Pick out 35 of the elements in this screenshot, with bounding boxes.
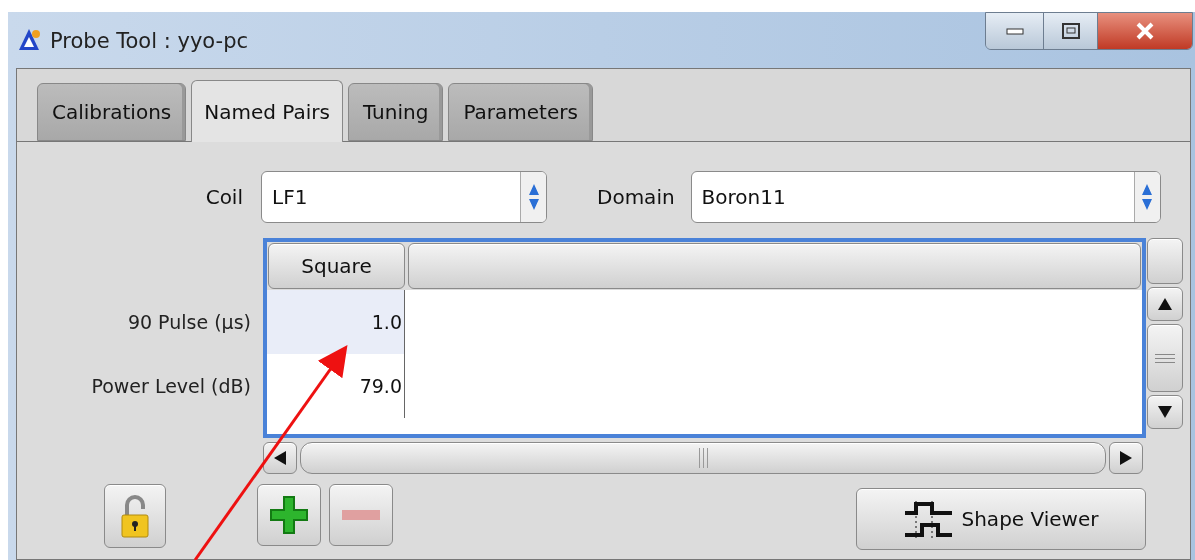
tab[interactable]: Parameters	[448, 83, 593, 141]
domain-select[interactable]: Boron11	[690, 171, 1161, 223]
horizontal-scroll-thumb[interactable]	[300, 442, 1106, 474]
tab[interactable]: Tuning	[347, 83, 444, 141]
coil-label: Coil	[204, 184, 243, 211]
app-logo-icon	[18, 28, 40, 52]
add-button[interactable]	[257, 484, 321, 546]
domain-label: Domain	[597, 184, 675, 211]
minimize-icon	[1005, 27, 1024, 35]
left-triangle-icon	[273, 450, 287, 466]
scroll-down-button[interactable]	[1147, 395, 1183, 429]
maximize-icon	[1061, 23, 1080, 39]
scroll-up-button[interactable]	[1147, 287, 1183, 321]
shape-viewer-button[interactable]: Shape Viewer	[856, 488, 1146, 550]
scroll-left-button[interactable]	[263, 442, 297, 474]
table-cell[interactable]: 1.0	[267, 290, 405, 354]
close-icon	[1135, 22, 1155, 40]
up-down-arrows-icon	[527, 182, 540, 212]
down-triangle-icon	[1157, 405, 1173, 419]
up-triangle-icon	[1157, 297, 1173, 311]
window-title: Probe Tool : yyo-pc	[50, 28, 248, 55]
row-label: 90 Pulse (µs)	[127, 309, 251, 335]
tab[interactable]: Named Pairs	[191, 80, 343, 142]
right-triangle-icon	[1119, 450, 1133, 466]
lock-button[interactable]	[104, 484, 166, 548]
tab[interactable]: Calibrations	[37, 83, 187, 141]
close-button[interactable]	[1098, 13, 1192, 49]
up-down-arrows-icon	[1141, 182, 1154, 212]
scroll-right-button[interactable]	[1109, 442, 1143, 474]
maximize-button[interactable]	[1044, 13, 1098, 49]
row-label: Power Level (dB)	[91, 373, 251, 399]
pulse-shape-icon	[903, 499, 954, 539]
scroll-thumb[interactable]	[1147, 324, 1183, 392]
column-header[interactable]: Square	[268, 243, 405, 289]
coil-select[interactable]: LF1	[261, 171, 547, 223]
